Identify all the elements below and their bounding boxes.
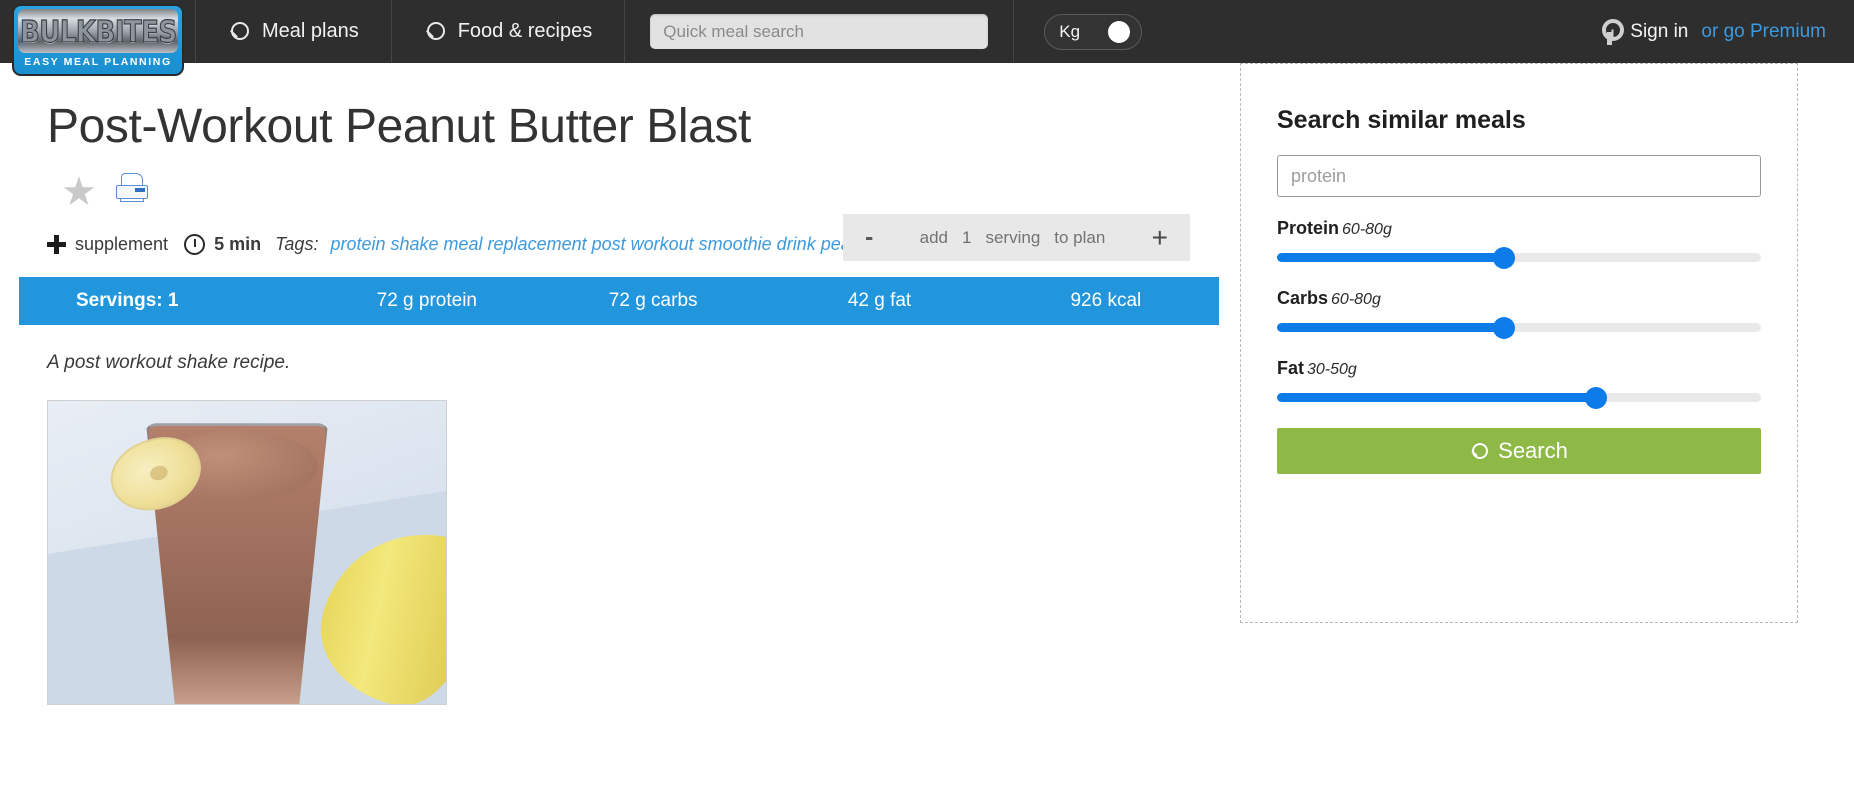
- search-icon: [228, 21, 249, 42]
- increase-serving-button[interactable]: +: [1152, 223, 1168, 252]
- protein-slider-name: Protein: [1277, 218, 1340, 238]
- nutrition-carbs: 72 g carbs: [608, 290, 698, 312]
- go-premium-link[interactable]: or go Premium: [1701, 21, 1826, 43]
- search-button[interactable]: Search: [1277, 428, 1761, 474]
- page-title: Post-Workout Peanut Butter Blast ★: [47, 99, 777, 212]
- clock-icon: [184, 234, 206, 256]
- unit-toggle-container: Kg: [1014, 0, 1172, 63]
- to-plan-label: to plan: [1054, 227, 1106, 247]
- search-button-label: Search: [1498, 438, 1568, 463]
- recipe-time: 5 min: [214, 234, 262, 255]
- printer-icon[interactable]: [115, 172, 149, 203]
- unit-toggle[interactable]: Kg: [1044, 13, 1143, 50]
- nutrition-summary-bar: Servings: 1 72 g protein 72 g carbs 42 g…: [19, 277, 1219, 326]
- account-area: Sign in or go Premium: [1601, 0, 1854, 63]
- key-icon: [1601, 18, 1625, 45]
- star-icon[interactable]: ★: [61, 172, 97, 212]
- nutrition-fat: 42 g fat: [847, 290, 912, 312]
- search-icon: [1470, 442, 1489, 460]
- add-label: add: [919, 227, 948, 247]
- quick-search-input[interactable]: [650, 14, 989, 49]
- recipe-type-label: supplement: [75, 234, 169, 255]
- fat-slider-label: Fat 30-50g: [1277, 358, 1761, 379]
- site-logo[interactable]: BULKBITES EASY MEAL PLANNING: [0, 0, 196, 76]
- panel-title: Search similar meals: [1277, 106, 1526, 134]
- logo-wordmark: BULKBITES: [19, 13, 177, 50]
- top-navigation-bar: BULKBITES EASY MEAL PLANNING Meal plans …: [0, 0, 1854, 76]
- decrease-serving-button[interactable]: -: [865, 223, 873, 252]
- nutrition-calories: 926 kcal: [1070, 290, 1142, 312]
- recipe-title-text: Post-Workout Peanut Butter Blast: [47, 100, 751, 153]
- search-icon: [424, 21, 445, 42]
- nav-item-meal-plans[interactable]: Meal plans: [196, 0, 392, 63]
- fat-slider-name: Fat: [1277, 358, 1304, 378]
- fat-slider-range: 30-50g: [1307, 361, 1357, 378]
- similar-meals-keyword-input[interactable]: [1277, 155, 1761, 197]
- supplement-icon: [47, 235, 66, 255]
- protein-slider[interactable]: [1277, 246, 1761, 269]
- quick-search-container: [625, 0, 1015, 63]
- nav-item-meal-plans-label: Meal plans: [262, 20, 359, 42]
- serving-quantity[interactable]: 1: [962, 228, 971, 248]
- serving-label: serving: [985, 227, 1041, 247]
- add-to-plan-widget: - add 1 serving to plan +: [843, 214, 1190, 261]
- unit-toggle-label: Kg: [1059, 21, 1081, 41]
- protein-slider-range: 60-80g: [1342, 221, 1392, 238]
- recipe-header: Post-Workout Peanut Butter Blast ★ - add …: [0, 99, 1240, 261]
- main-content: Post-Workout Peanut Butter Blast ★ - add …: [0, 63, 1240, 706]
- nutrition-protein: 72 g protein: [376, 290, 477, 312]
- recipe-photo: [47, 400, 447, 706]
- unit-toggle-knob: [1108, 20, 1131, 43]
- sign-in-link[interactable]: Sign in: [1630, 21, 1688, 43]
- tags-label: Tags:: [275, 234, 319, 255]
- nav-item-food-recipes-label: Food & recipes: [457, 20, 593, 42]
- nutrition-servings: Servings: 1: [76, 290, 179, 312]
- carbs-slider-label: Carbs 60-80g: [1277, 288, 1761, 309]
- similar-meals-panel: Search similar meals Protein60-80g Carbs…: [1240, 63, 1798, 623]
- protein-slider-label: Protein 60-80g: [1277, 218, 1761, 239]
- fat-slider[interactable]: [1277, 386, 1761, 409]
- carbs-slider-range: 60-80g: [1331, 291, 1381, 308]
- recipe-description: A post workout shake recipe.: [47, 352, 291, 374]
- carbs-slider[interactable]: [1277, 316, 1761, 339]
- carbs-slider-name: Carbs: [1277, 288, 1329, 308]
- nav-item-food-recipes[interactable]: Food & recipes: [392, 0, 626, 63]
